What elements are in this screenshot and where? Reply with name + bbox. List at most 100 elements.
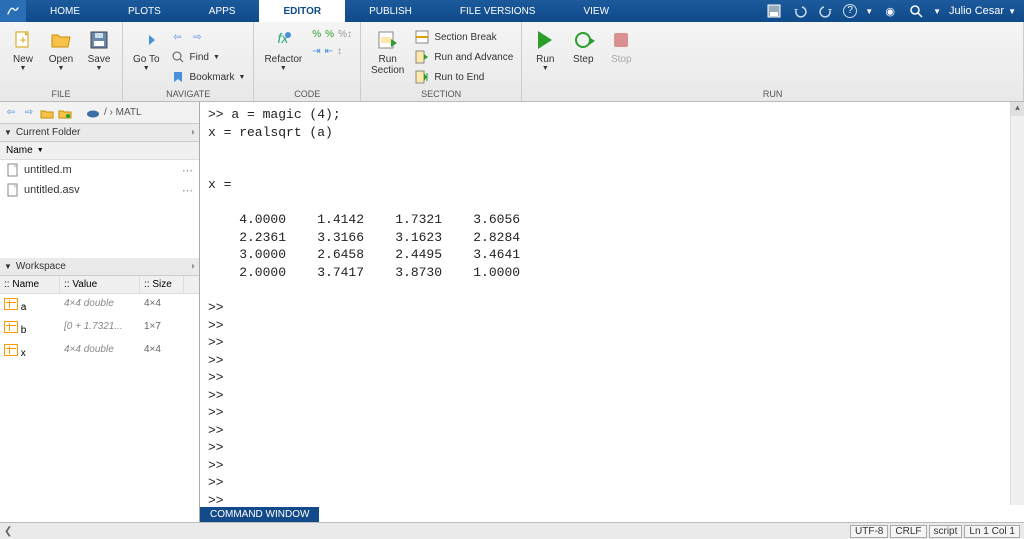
tab-apps[interactable]: APPS	[185, 0, 260, 22]
toolgroup-code-label: CODE	[254, 87, 360, 101]
goto-button[interactable]: Go To▼	[129, 26, 164, 74]
toolgroup-file-label: FILE	[0, 87, 122, 101]
workspace-row[interactable]: a4×4 double4×4	[0, 294, 199, 317]
var-value: 4×4 double	[60, 342, 140, 361]
user-menu[interactable]: Julio Cesar▼	[949, 5, 1016, 17]
variable-icon	[4, 321, 18, 333]
command-window-tab[interactable]: COMMAND WINDOW	[200, 507, 319, 522]
stop-label: Stop	[611, 54, 632, 65]
nav-back-forward[interactable]: ⇦ ⇨	[168, 28, 248, 46]
help-icon[interactable]: ?	[843, 4, 857, 18]
tab-publish[interactable]: PUBLISH	[345, 0, 436, 22]
file-more-icon[interactable]: ⋯	[182, 164, 193, 177]
toolgroup-section: Run Section Section Break Run and Advanc…	[361, 22, 522, 101]
code-opt-row2[interactable]: ⇥⇤↕	[310, 45, 354, 58]
toolgroup-run: Run▼ Step Stop RUN	[522, 22, 1024, 101]
user-name: Julio Cesar	[949, 5, 1004, 17]
file-row[interactable]: untitled.m ⋯	[0, 160, 199, 180]
file-row[interactable]: untitled.asv ⋯	[0, 180, 199, 200]
toolgroup-navigate: Go To▼ ⇦ ⇨ Find ▼ Bookmark ▼ NAVIG	[123, 22, 254, 101]
workspace-table: :: Name :: Value :: Size a4×4 double4×4 …	[0, 276, 199, 363]
save-label: Save	[88, 54, 111, 65]
section-break-button[interactable]: Section Break	[412, 28, 515, 46]
tab-home[interactable]: HOME	[26, 0, 104, 22]
toolgroup-section-label: SECTION	[361, 87, 521, 101]
workspace-row[interactable]: b[0 + 1.7321...1×7	[0, 317, 199, 340]
caret-down-icon: ▼	[4, 262, 12, 271]
addr-back-icon[interactable]: ⇦	[4, 106, 18, 120]
redo-icon[interactable]	[817, 2, 835, 20]
step-icon	[571, 28, 595, 52]
find-icon	[170, 49, 186, 65]
refactor-button[interactable]: fx Refactor▼	[260, 26, 306, 74]
undo-icon[interactable]	[791, 2, 809, 20]
settings-gear-icon[interactable]: ◉	[881, 2, 899, 20]
stop-button[interactable]: Stop	[604, 26, 638, 67]
open-label: Open	[49, 54, 73, 65]
section-break-icon	[414, 29, 430, 45]
step-button[interactable]: Step	[566, 26, 600, 67]
workspace-gear-icon[interactable]: ◑	[189, 261, 195, 272]
run-label: Run	[536, 54, 554, 65]
toolgroup-navigate-label: NAVIGATE	[123, 87, 253, 101]
file-more-icon[interactable]: ⋯	[182, 184, 193, 197]
find-button[interactable]: Find ▼	[168, 48, 248, 66]
search-icon[interactable]	[907, 2, 925, 20]
workspace-col-header: :: Name :: Value :: Size	[0, 276, 199, 294]
new-button[interactable]: + New▼	[6, 26, 40, 74]
run-button[interactable]: Run▼	[528, 26, 562, 74]
run-to-end-label: Run to End	[434, 72, 484, 83]
save-icon[interactable]	[765, 2, 783, 20]
status-eol[interactable]: CRLF	[890, 525, 926, 538]
save-disk-icon	[87, 28, 111, 52]
command-window: >> a = magic (4); x = realsqrt (a) x = 4…	[200, 102, 1024, 522]
scroll-up-icon[interactable]: ▴	[1011, 102, 1024, 116]
folder-browse-icon[interactable]	[58, 106, 72, 120]
current-folder-gear-icon[interactable]: ◑	[189, 127, 195, 138]
workspace-row[interactable]: x4×4 double4×4	[0, 340, 199, 363]
status-mode[interactable]: script	[929, 525, 963, 538]
cloud-icon[interactable]	[86, 106, 100, 120]
toolstrip: + New▼ Open▼ Save▼ FILE Go To▼ ⇦	[0, 22, 1024, 102]
var-size: 1×7	[140, 319, 184, 338]
run-section-icon	[376, 28, 400, 52]
address-path[interactable]: / › MATL	[104, 107, 142, 118]
status-left-icon[interactable]: ❮	[4, 526, 12, 537]
current-folder-header[interactable]: ▼ Current Folder ◑	[0, 124, 199, 142]
help-dropdown-icon[interactable]: ▼	[865, 7, 873, 16]
toolgroup-code: fx Refactor▼ %%%↕ ⇥⇤↕ CODE	[254, 22, 361, 101]
file-list: untitled.m ⋯ untitled.asv ⋯	[0, 160, 199, 258]
svg-text:+: +	[19, 33, 26, 47]
addr-forward-icon[interactable]: ⇨	[22, 106, 36, 120]
command-window-content[interactable]: >> a = magic (4); x = realsqrt (a) x = 4…	[200, 102, 1024, 522]
toolgroup-run-label: RUN	[522, 87, 1023, 101]
run-advance-button[interactable]: Run and Advance	[412, 48, 515, 66]
bookmark-button[interactable]: Bookmark ▼	[168, 68, 248, 86]
file-name: untitled.m	[24, 164, 72, 176]
status-cursor-pos[interactable]: Ln 1 Col 1	[964, 525, 1020, 538]
folder-up-icon[interactable]	[40, 106, 54, 120]
save-button[interactable]: Save▼	[82, 26, 116, 74]
var-size: 4×4	[140, 296, 184, 315]
run-to-end-button[interactable]: Run to End	[412, 68, 515, 86]
tab-file-versions[interactable]: FILE VERSIONS	[436, 0, 560, 22]
file-name: untitled.asv	[24, 184, 80, 196]
find-label: Find	[190, 52, 209, 63]
status-encoding[interactable]: UTF-8	[850, 525, 888, 538]
variable-icon	[4, 298, 18, 310]
search-dropdown-icon[interactable]: ▼	[933, 7, 941, 16]
tab-view[interactable]: VIEW	[559, 0, 633, 22]
tab-editor[interactable]: EDITOR	[259, 0, 345, 22]
code-opt-row1[interactable]: %%%↕	[310, 28, 354, 41]
open-button[interactable]: Open▼	[44, 26, 78, 74]
current-folder-title: Current Folder	[16, 127, 80, 138]
run-section-button[interactable]: Run Section	[367, 26, 408, 78]
toolgroup-file: + New▼ Open▼ Save▼ FILE	[0, 22, 123, 101]
workspace-header[interactable]: ▼ Workspace ◑	[0, 258, 199, 276]
tab-plots[interactable]: PLOTS	[104, 0, 185, 22]
var-name: a	[21, 302, 27, 313]
scrollbar[interactable]: ▴	[1010, 102, 1024, 505]
current-folder-col-header[interactable]: Name ▼	[0, 142, 199, 160]
app-logo[interactable]	[0, 0, 26, 22]
variable-icon	[4, 344, 18, 356]
